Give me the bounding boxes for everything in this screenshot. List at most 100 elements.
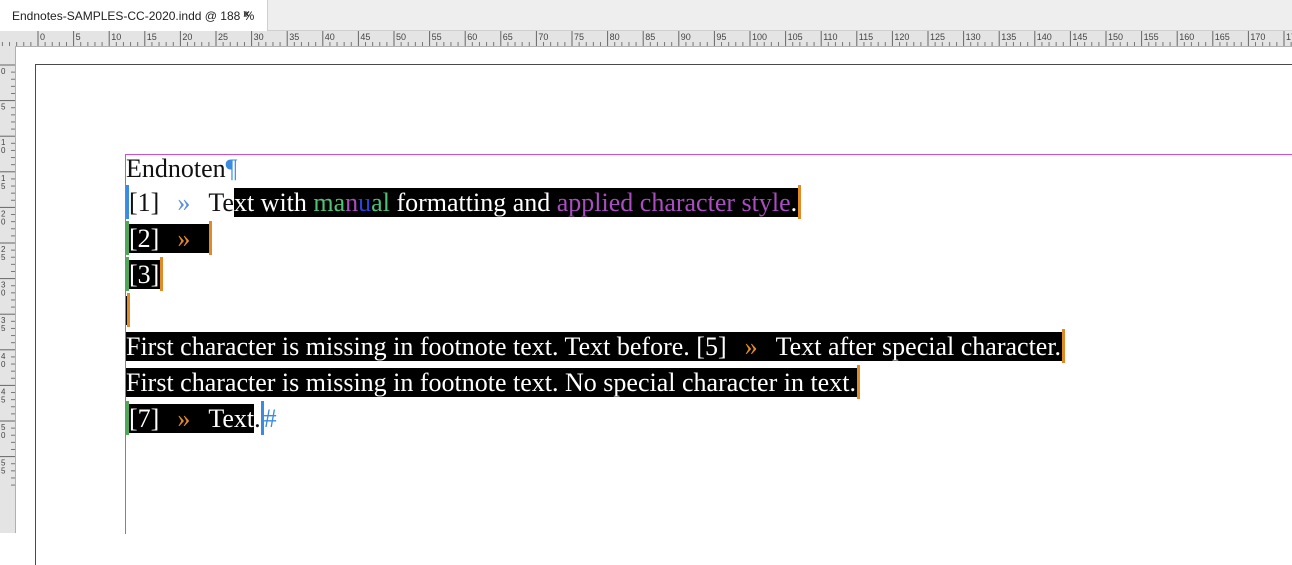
ruler-label: 0 — [1, 289, 6, 298]
selected-text: [2] » — [126, 221, 213, 255]
ruler-label: 5 — [1, 324, 6, 333]
ruler-label: 135 — [1001, 32, 1016, 42]
endnote-line-2[interactable]: [2] » — [126, 221, 213, 259]
ruler-label: 75 — [574, 32, 584, 42]
ruler-label: 0 — [1, 146, 6, 155]
selected-text — [126, 293, 130, 327]
selected-text: [7] » Text — [126, 401, 255, 435]
ruler-label: 170 — [1250, 32, 1265, 42]
endnote-end-bracket-icon — [209, 221, 213, 255]
ruler-label: 85 — [645, 32, 655, 42]
ruler-label: 50 — [396, 32, 406, 42]
ruler-label: 105 — [788, 32, 803, 42]
vertical-ruler[interactable]: 0510152025303540455055 — [0, 46, 16, 533]
ruler-label: 160 — [1179, 32, 1194, 42]
endnote-number: [7] — [129, 404, 160, 433]
heading-text: Endnoten — [126, 154, 226, 183]
ruler-label: 55 — [432, 32, 442, 42]
manual-format-char: l — [382, 188, 390, 217]
manual-format-char: a — [333, 188, 346, 217]
tab-marker-icon: » — [177, 404, 191, 433]
end-of-story-icon: # — [263, 404, 277, 433]
ruler-label: 95 — [716, 32, 726, 42]
manual-format-char: m — [313, 188, 334, 217]
ruler-label: 150 — [1108, 32, 1123, 42]
ruler-label: 125 — [930, 32, 945, 42]
close-icon[interactable]: × — [243, 7, 250, 21]
endnote-number: [3] — [129, 260, 160, 289]
ruler-label: 155 — [1144, 32, 1159, 42]
manual-format-char: a — [371, 188, 383, 217]
ruler-label: 17 — [1286, 32, 1292, 42]
ruler-label: 145 — [1072, 32, 1087, 42]
ruler-label: 140 — [1037, 32, 1052, 42]
ruler-label: 0 — [1, 217, 6, 226]
ruler-label: 60 — [467, 32, 477, 42]
ruler-label: 35 — [289, 32, 299, 42]
pilcrow-icon: ¶ — [225, 154, 238, 183]
endnote-line-7[interactable]: [7]» Text. # — [126, 401, 277, 439]
ruler-label: 40 — [325, 32, 335, 42]
ruler-label: 80 — [610, 32, 620, 42]
selected-text: First character is missing in footnote t… — [126, 329, 1066, 363]
vertical-ruler-ticks: 0510152025303540455055 — [0, 64, 15, 486]
ruler-label: 5 — [1, 182, 6, 191]
ruler-label: 70 — [538, 32, 548, 42]
tab-marker-icon: » — [177, 188, 191, 217]
ruler-label: 5 — [1, 467, 6, 476]
ruler-label: 15 — [147, 32, 157, 42]
endnote-line-4[interactable] — [126, 293, 130, 331]
ruler-label: 25 — [218, 32, 228, 42]
text-fragment: xt with — [233, 188, 314, 217]
endnote-line-1[interactable]: [1]» Text with manual formatting and appl… — [126, 185, 802, 223]
manual-format-char: u — [358, 188, 372, 217]
endnote-end-bracket-icon — [856, 365, 860, 399]
page-edge — [35, 64, 1292, 565]
text-fragment: First character is missing in footnote t… — [126, 332, 727, 361]
endnote-number: [1] — [129, 188, 160, 217]
endnote-line-6[interactable]: First character is missing in footnote t… — [126, 365, 860, 403]
ruler-label: 130 — [966, 32, 981, 42]
text-fragment: Te — [208, 188, 234, 217]
endnote-empty-bracket-icon — [127, 293, 130, 327]
selected-text: xt with manual formatting and applied ch… — [233, 185, 802, 219]
ruler-label: 90 — [681, 32, 691, 42]
ruler-label: 30 — [254, 32, 264, 42]
selected-text: [3] — [126, 257, 164, 291]
document-tab[interactable]: Endnotes-SAMPLES-CC-2020.indd @ 188 % × — [0, 0, 268, 31]
endnote-end-bracket-icon — [160, 257, 164, 291]
ruler-label: 110 — [823, 32, 837, 42]
margin-guide-top — [125, 154, 1292, 155]
endnote-line-5[interactable]: First character is missing in footnote t… — [126, 329, 1066, 367]
ruler-label: 5 — [76, 32, 81, 42]
document-tab-title[interactable]: Endnotes-SAMPLES-CC-2020.indd @ 188 % — [12, 9, 254, 23]
endnote-line-3[interactable]: [3] — [126, 257, 164, 295]
text-fragment: Text after special character. — [775, 332, 1062, 361]
ruler-label: 100 — [752, 32, 767, 42]
text-fragment: formatting and — [389, 188, 557, 217]
text-fragment: Text — [208, 404, 255, 433]
horizontal-ruler[interactable]: 0 5 10 15 20 25 30 35 40 45 50 55 60 65 70 75 80 85 90 95 10… — [0, 31, 1292, 47]
text-fragment: First character is missing in footnote t… — [126, 368, 856, 397]
character-style-text: applied character style — [556, 188, 791, 217]
tab-marker-icon: » — [177, 224, 191, 253]
endnote-end-bracket-icon — [1062, 329, 1066, 363]
manual-format-char: n — [345, 188, 359, 217]
tab-marker-icon: » — [744, 332, 758, 361]
ruler-label: 5 — [1, 395, 6, 404]
ruler-label: 5 — [1, 103, 6, 112]
ruler-label: 115 — [859, 32, 873, 42]
ruler-label: 120 — [894, 32, 909, 42]
endnote-end-bracket-icon — [798, 185, 802, 219]
horizontal-ruler-ticks: 0 5 10 15 20 25 30 35 40 45 50 55 60 65 70 75 80 85 90 95 10… — [1, 31, 1292, 46]
ruler-label: 10 — [111, 32, 121, 42]
ruler-label: 65 — [503, 32, 513, 42]
ruler-label: 0 — [1, 360, 6, 369]
selected-text: First character is missing in footnote t… — [126, 365, 860, 399]
text-fragment: . — [790, 188, 798, 217]
ruler-label: 20 — [182, 32, 192, 42]
ruler-label: 165 — [1215, 32, 1230, 42]
endnote-number: [2] — [129, 224, 160, 253]
ruler-label: 0 — [40, 32, 45, 42]
ruler-label: 0 — [1, 67, 6, 76]
